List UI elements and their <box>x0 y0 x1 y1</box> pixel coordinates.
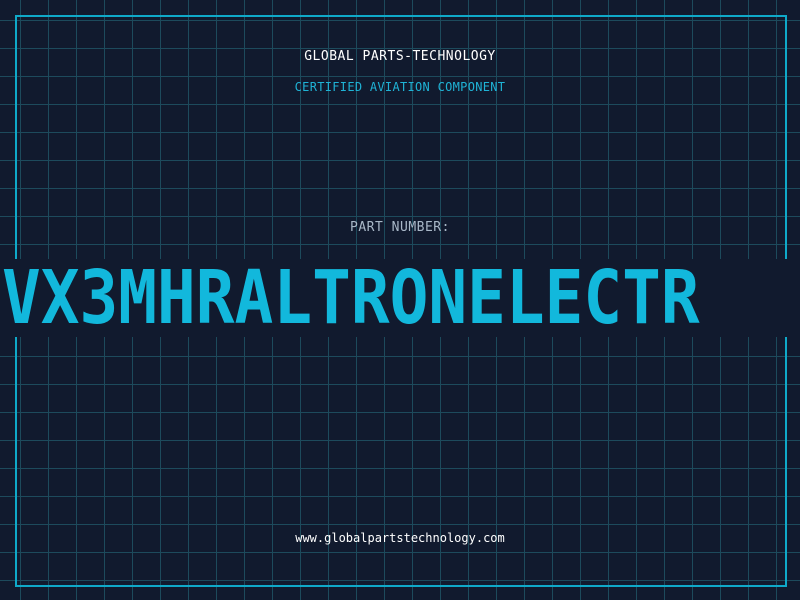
brand-subtitle: CERTIFIED AVIATION COMPONENT <box>294 80 506 94</box>
part-number-label: PART NUMBER: <box>350 220 450 235</box>
part-number-band: VX3MHRALTRONELECTR <box>0 259 800 337</box>
brand-title: GLOBAL PARTS-TECHNOLOGY <box>304 49 496 64</box>
website-url[interactable]: www.globalpartstechnology.com <box>0 531 800 545</box>
part-number-value: VX3MHRALTRONELECTR <box>2 259 700 337</box>
